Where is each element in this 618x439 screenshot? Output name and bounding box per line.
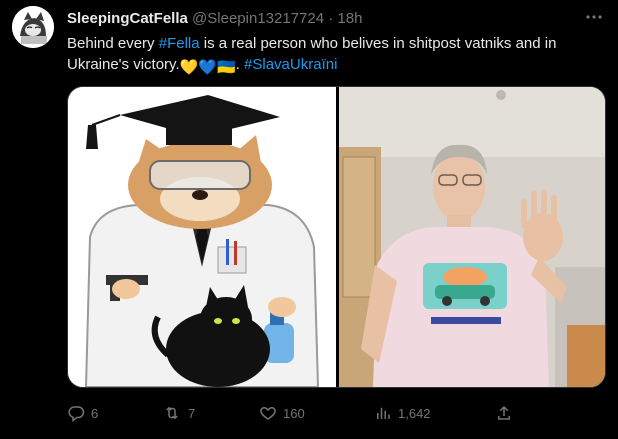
tweet-header: SleepingCatFella @Sleepin13217724 · 18h	[67, 9, 362, 29]
fella-cat-scientist-image[interactable]	[68, 87, 336, 387]
retweet-count: 7	[188, 405, 196, 421]
like-count: 160	[283, 405, 305, 421]
retweet-icon	[162, 404, 182, 422]
user-handle[interactable]: @Sleepin13217724	[192, 10, 324, 27]
views-button[interactable]: 1,642	[374, 402, 431, 424]
separator-dot: ·	[328, 10, 334, 27]
views-count: 1,642	[398, 405, 431, 421]
woman-photo-image[interactable]	[339, 87, 605, 387]
tweet-text-part: .	[235, 56, 245, 73]
share-button[interactable]	[495, 402, 513, 424]
hashtag-link[interactable]: #SlavaUkraïni	[244, 56, 337, 73]
share-icon	[495, 404, 513, 422]
like-button[interactable]: 160	[259, 402, 305, 424]
tweet-text: Behind every #Fella is a real person who…	[67, 33, 607, 78]
retweet-button[interactable]: 7	[162, 402, 195, 424]
yellow-heart-emoji: 💛	[179, 59, 199, 76]
tweet-actions: 6 7 160 1,642	[67, 402, 607, 424]
reply-icon	[67, 404, 85, 422]
ukraine-flag-emoji: 🇺🇦	[217, 59, 236, 76]
heart-icon	[259, 404, 277, 422]
display-name[interactable]: SleepingCatFella	[67, 10, 188, 27]
blue-heart-emoji: 💙	[198, 59, 217, 76]
reply-count: 6	[91, 405, 99, 421]
avatar[interactable]	[12, 6, 54, 48]
tweet[interactable]: SleepingCatFella @Sleepin13217724 · 18h …	[0, 0, 618, 439]
media-grid[interactable]	[67, 86, 606, 388]
hashtag-link[interactable]: #Fella	[159, 35, 200, 52]
analytics-icon	[374, 404, 392, 422]
more-options-icon[interactable]	[584, 9, 604, 25]
timestamp[interactable]: 18h	[337, 10, 362, 27]
tweet-text-part: Behind every	[67, 35, 159, 52]
reply-button[interactable]: 6	[67, 402, 98, 424]
